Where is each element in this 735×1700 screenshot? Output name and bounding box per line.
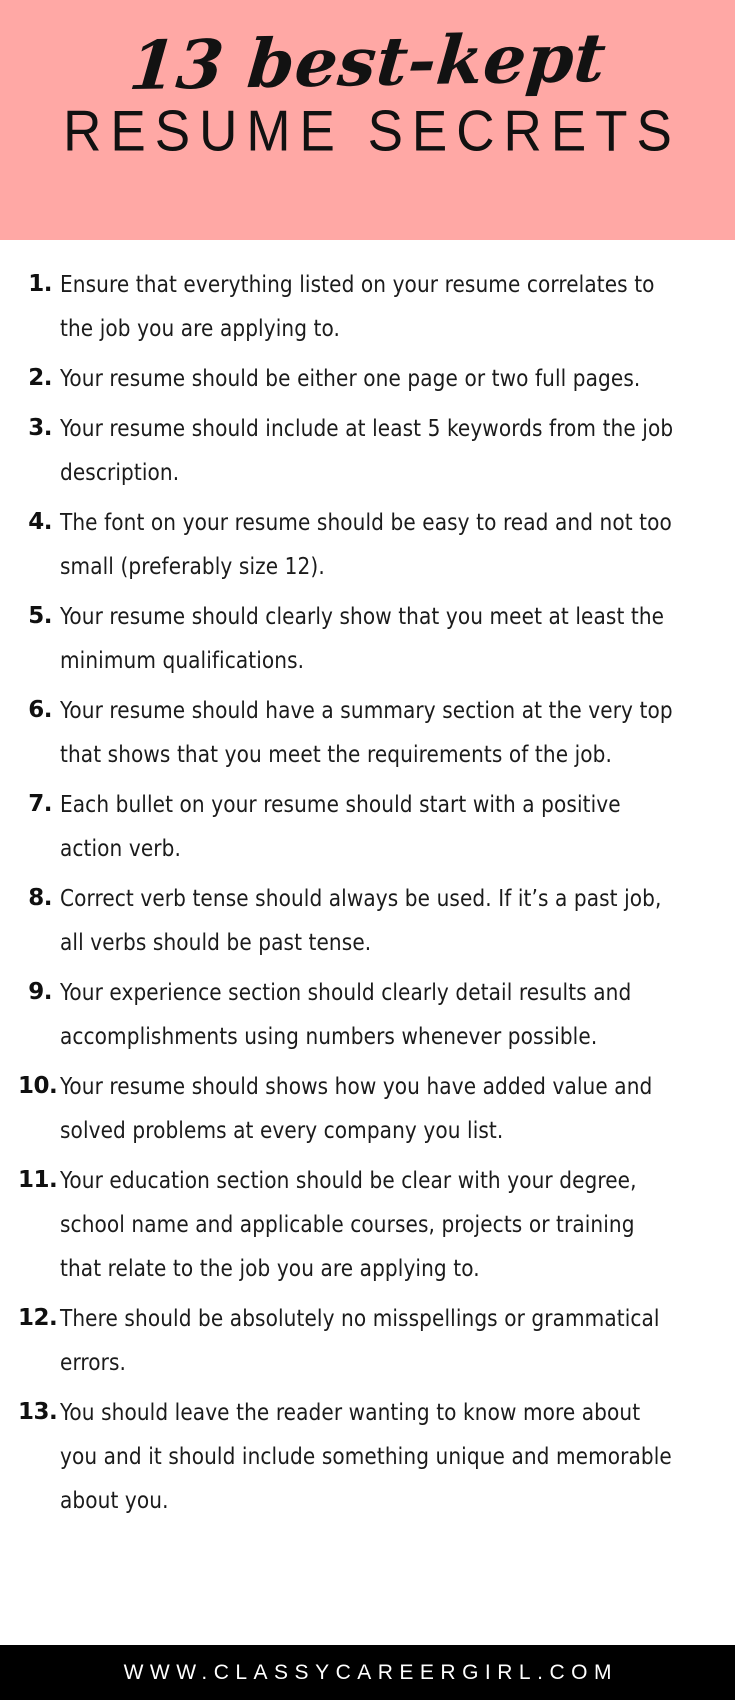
list-item: 7. Each bullet on your resume should sta…: [18, 782, 713, 870]
header-caps-title: RESUME SECRETS: [63, 99, 681, 164]
poster-footer: WWW.CLASSYCAREERGIRL.COM: [0, 1645, 735, 1700]
list-item: 2. Your resume should be either one page…: [18, 356, 713, 400]
tip-text: Your experience section should clearly d…: [60, 978, 632, 1050]
tip-number: 4.: [28, 509, 52, 535]
website-url[interactable]: WWW.CLASSYCAREERGIRL.COM: [117, 1661, 618, 1685]
tip-number: 10.: [18, 1073, 58, 1099]
poster-header: 13 best-kept RESUME SECRETS: [0, 0, 735, 240]
header-script-title: 13 best-kept: [125, 17, 610, 106]
list-item: 1. Ensure that everything listed on your…: [18, 262, 713, 350]
list-item: 11. Your education section should be cle…: [18, 1158, 713, 1290]
tip-number: 1.: [28, 271, 52, 297]
list-item: 5. Your resume should clearly show that …: [18, 594, 713, 682]
tip-number: 13.: [18, 1399, 58, 1425]
list-item: 8. Correct verb tense should always be u…: [18, 876, 713, 964]
tip-number: 12.: [18, 1305, 58, 1331]
tip-text: Your resume should shows how you have ad…: [60, 1072, 653, 1144]
tip-text: Your resume should clearly show that you…: [60, 602, 665, 674]
tips-content: 1. Ensure that everything listed on your…: [0, 240, 735, 1645]
list-item: 12. There should be absolutely no misspe…: [18, 1296, 713, 1384]
tip-number: 6.: [28, 697, 52, 723]
tip-text: Your resume should have a summary sectio…: [60, 696, 673, 768]
list-item: 10. Your resume should shows how you hav…: [18, 1064, 713, 1152]
tip-number: 11.: [18, 1167, 58, 1193]
tip-text: Correct verb tense should always be used…: [60, 884, 662, 956]
tip-text: Each bullet on your resume should start …: [60, 790, 621, 862]
tip-text: You should leave the reader wanting to k…: [60, 1398, 672, 1514]
list-item: 4. The font on your resume should be eas…: [18, 500, 713, 588]
infographic-poster: 13 best-kept RESUME SECRETS 1. Ensure th…: [0, 0, 735, 1700]
tip-number: 9.: [28, 979, 52, 1005]
tip-text: There should be absolutely no misspellin…: [60, 1304, 660, 1376]
tip-number: 5.: [28, 603, 52, 629]
list-item: 9. Your experience section should clearl…: [18, 970, 713, 1058]
tip-text: Your education section should be clear w…: [60, 1166, 637, 1282]
tip-text: Your resume should be either one page or…: [60, 364, 641, 392]
tip-number: 2.: [28, 365, 52, 391]
list-item: 13. You should leave the reader wanting …: [18, 1390, 713, 1522]
tip-text: Ensure that everything listed on your re…: [60, 270, 655, 342]
tip-text: The font on your resume should be easy t…: [60, 508, 672, 580]
list-item: 6. Your resume should have a summary sec…: [18, 688, 713, 776]
tip-number: 8.: [28, 885, 52, 911]
tip-number: 3.: [28, 415, 52, 441]
tip-text: Your resume should include at least 5 ke…: [60, 414, 674, 486]
tip-number: 7.: [28, 791, 52, 817]
list-item: 3. Your resume should include at least 5…: [18, 406, 713, 494]
tips-list: 1. Ensure that everything listed on your…: [18, 262, 713, 1522]
